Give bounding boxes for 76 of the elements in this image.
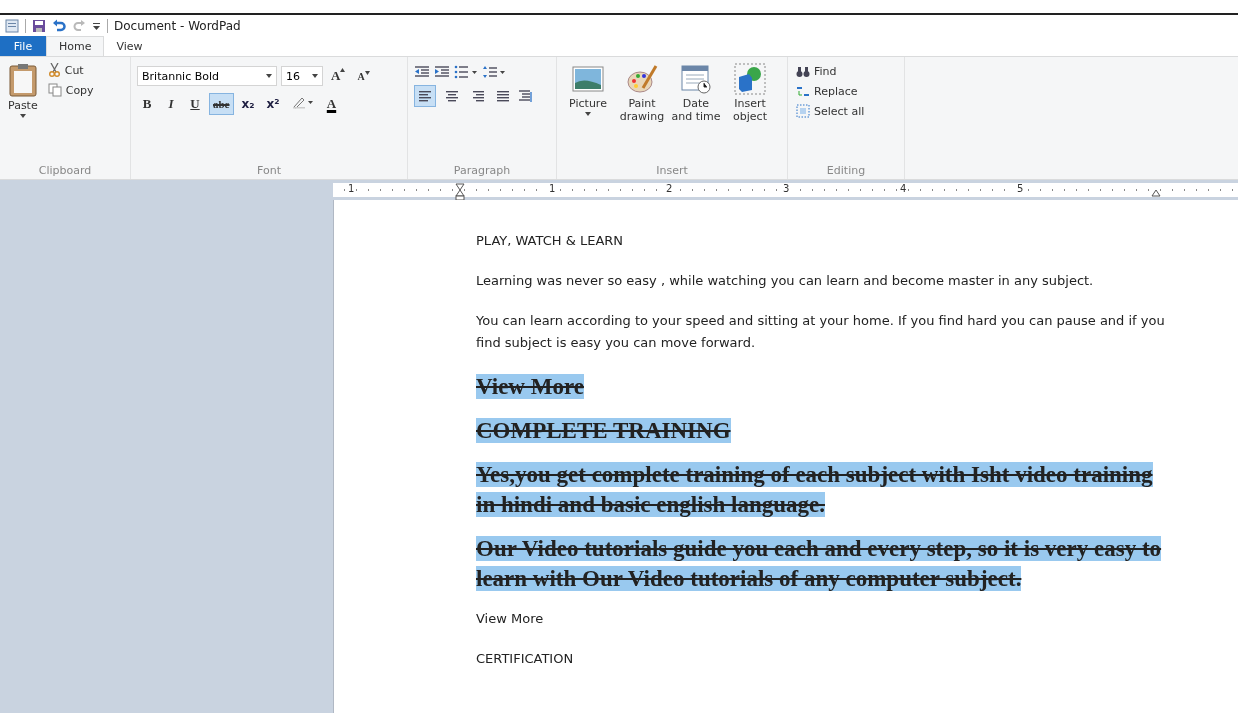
ruler-number: 5 bbox=[1016, 183, 1025, 194]
binoculars-icon bbox=[796, 65, 810, 78]
document-paragraph[interactable]: View More bbox=[476, 608, 1166, 630]
find-button[interactable]: Find bbox=[794, 63, 898, 80]
landscape-picture-icon bbox=[572, 63, 604, 95]
picture-insert-button[interactable]: Picture bbox=[563, 61, 613, 125]
indent-marker-icon[interactable] bbox=[455, 183, 465, 201]
caret-icon bbox=[266, 74, 272, 78]
cut-button[interactable]: Cut bbox=[45, 61, 96, 79]
copy-icon bbox=[47, 83, 62, 97]
window-title: Document - WordPad bbox=[114, 18, 241, 33]
palette-icon bbox=[626, 63, 658, 95]
document-paragraph[interactable]: You can learn according to your speed and sitting at your home. If you find hard you can pause and if you find subject is easy you can move forward. bbox=[476, 310, 1166, 354]
ruler-number: 4 bbox=[899, 183, 908, 194]
document-paragraph[interactable]: Learning was never so easy , while watching you can learn and become master in any subject. bbox=[476, 270, 1166, 292]
group-label: Font bbox=[256, 164, 282, 177]
cube-icon bbox=[734, 63, 766, 95]
group-label: Paragraph bbox=[452, 164, 512, 177]
wordpad-app-icon[interactable] bbox=[5, 18, 19, 33]
undo-icon[interactable] bbox=[52, 18, 66, 33]
copy-button[interactable]: Copy bbox=[45, 81, 96, 99]
ruler-number: 3 bbox=[782, 183, 791, 194]
shrink-font-button[interactable]: A bbox=[353, 65, 374, 87]
align-center-icon bbox=[444, 90, 458, 102]
grow-font-button[interactable]: A bbox=[327, 65, 350, 87]
strike-button[interactable]: abc bbox=[209, 93, 234, 115]
document-paragraph[interactable]: CERTIFICATION bbox=[476, 648, 1166, 670]
replace-button[interactable]: Replace bbox=[794, 82, 898, 100]
right-indent-marker-icon[interactable] bbox=[1151, 189, 1161, 197]
select-button[interactable]: Select all bbox=[794, 102, 898, 120]
line-spacing-icon[interactable] bbox=[482, 65, 506, 79]
group-label: Editing bbox=[825, 164, 867, 177]
scissors-icon bbox=[47, 63, 61, 77]
ruler-number: 1 bbox=[347, 183, 356, 194]
select-all-icon bbox=[796, 104, 810, 118]
align-right-icon bbox=[470, 90, 484, 102]
group-label: Clipboard bbox=[37, 164, 93, 177]
underline-button[interactable]: U bbox=[185, 93, 205, 115]
calendar-insert-button[interactable]: Date and time bbox=[671, 61, 721, 125]
group-label: Insert bbox=[655, 164, 689, 177]
align-left-button[interactable] bbox=[414, 85, 436, 107]
bullet-list-icon[interactable] bbox=[454, 65, 478, 79]
font-family-dropdown[interactable]: Britannic Bold bbox=[137, 66, 277, 86]
file-menu-tab[interactable]: File bbox=[0, 36, 46, 56]
ruler-number: 2 bbox=[665, 183, 674, 194]
align-left-icon bbox=[418, 90, 432, 102]
caret-icon bbox=[312, 74, 318, 78]
bold-button[interactable]: B bbox=[137, 93, 157, 115]
align-justify-icon bbox=[496, 90, 510, 102]
clipboard-icon bbox=[8, 63, 37, 97]
sub-button[interactable]: x₂ bbox=[237, 93, 259, 115]
ribbon-tab[interactable]: View bbox=[104, 36, 155, 56]
up-arrow-icon bbox=[340, 68, 346, 72]
save-icon[interactable] bbox=[32, 18, 46, 33]
document-paragraph[interactable]: COMPLETE TRAINING bbox=[476, 416, 1166, 446]
down-arrow-icon bbox=[364, 70, 370, 75]
ruler-number: 1 bbox=[548, 183, 557, 194]
document-paragraph[interactable]: View More bbox=[476, 372, 1166, 402]
customize-dropdown-icon[interactable] bbox=[92, 20, 101, 31]
replace-icon bbox=[796, 84, 810, 98]
paint-insert-button[interactable]: Paint drawing bbox=[617, 61, 667, 125]
decrease-indent-icon[interactable] bbox=[414, 65, 430, 79]
paste-button[interactable]: Paste bbox=[6, 61, 40, 120]
increase-indent-icon[interactable] bbox=[434, 65, 450, 79]
ribbon-tab[interactable]: Home bbox=[46, 36, 105, 56]
document-paragraph[interactable]: PLAY, WATCH & LEARN bbox=[476, 230, 1166, 252]
highlighter-icon bbox=[291, 95, 314, 109]
paragraph-icon[interactable] bbox=[518, 89, 534, 103]
font-color-button[interactable]: A bbox=[321, 93, 342, 115]
sup-button[interactable]: x² bbox=[262, 93, 284, 115]
calendar-clock-icon bbox=[680, 63, 712, 95]
italic-button[interactable]: I bbox=[161, 93, 181, 115]
caret-icon bbox=[585, 112, 591, 116]
font-size-dropdown[interactable]: 16 bbox=[281, 66, 323, 86]
object-insert-button[interactable]: Insert object bbox=[725, 61, 775, 125]
caret-icon bbox=[19, 114, 26, 118]
